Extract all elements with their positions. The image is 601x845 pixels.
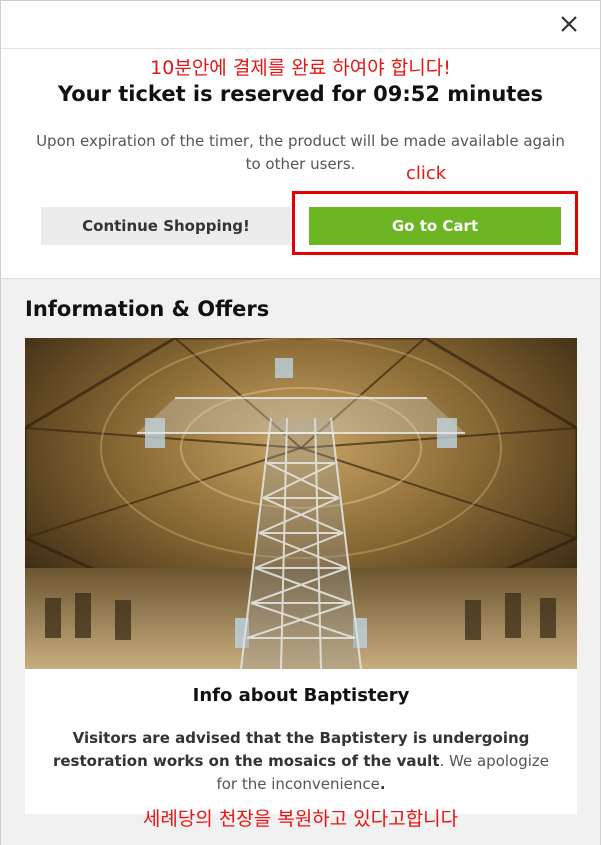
modal-header [1,1,600,49]
continue-shopping-button[interactable]: Continue Shopping! [41,207,291,245]
info-card: Info about Baptistery Visitors are advis… [25,669,577,814]
close-button[interactable] [556,11,582,37]
offers-section: Information & Offers Info about Baptiste… [1,278,600,845]
info-card-title: Info about Baptistery [192,685,410,706]
annotation-bottom-note: 세례당의 천장을 복원하고 있다고합니다 [142,808,459,830]
annotation-click-note: click [406,163,447,184]
baptistery-image [25,338,577,669]
go-to-cart-button[interactable]: Go to Cart [309,207,561,245]
info-card-body: Visitors are advised that the Baptistery… [43,727,559,796]
close-icon [561,16,577,32]
reservation-subtitle: Upon expiration of the timer, the produc… [36,132,565,173]
reservation-title: Your ticket is reserved for 09:52 minute… [57,82,544,106]
annotation-top-note: 10분안에 결제를 완료 하여야 합니다! [150,57,451,79]
reservation-modal: 10분안에 결제를 완료 하여야 합니다! Your ticket is res… [0,0,601,845]
offers-heading: Information & Offers [25,297,270,321]
baptistery-photo [25,338,577,669]
info-body-end: . [379,775,386,793]
